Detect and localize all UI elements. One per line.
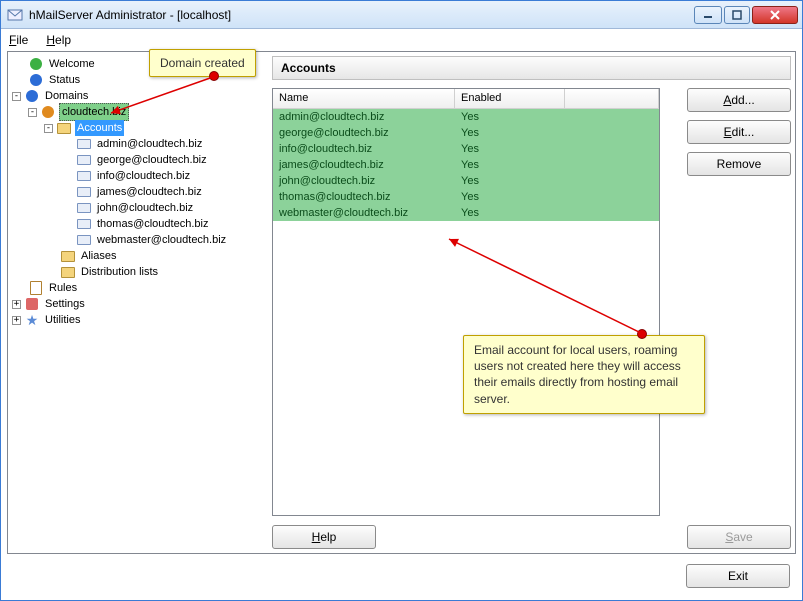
titlebar: hMailServer Administrator - [localhost] [1,1,802,29]
app-window: hMailServer Administrator - [localhost] … [0,0,803,601]
save-button[interactable]: Save [687,525,791,549]
cell-name: webmaster@cloudtech.biz [273,207,455,219]
tree-item-aliases[interactable]: Aliases [12,248,266,264]
table-row[interactable]: james@cloudtech.bizYes [273,157,659,173]
menu-file[interactable]: File [9,33,28,47]
table-row[interactable]: thomas@cloudtech.bizYes [273,189,659,205]
globe-icon [24,88,40,104]
mail-icon [76,216,92,232]
cell-enabled: Yes [455,159,565,171]
menu-help[interactable]: Help [46,33,71,47]
tree-item-account[interactable]: thomas@cloudtech.biz [12,216,266,232]
mail-icon [76,184,92,200]
folder-icon [60,264,76,280]
minimize-button[interactable] [694,6,722,24]
tree-item-account[interactable]: john@cloudtech.biz [12,200,266,216]
table-row[interactable]: admin@cloudtech.bizYes [273,109,659,125]
cell-name: info@cloudtech.biz [273,143,455,155]
content-area: Name Enabled admin@cloudtech.bizYesgeorg… [272,88,791,549]
tree-item-account[interactable]: george@cloudtech.biz [12,152,266,168]
scroll-icon [28,280,44,296]
circle-icon [28,56,44,72]
help-button[interactable]: Help [272,525,376,549]
star-icon: ★ [24,312,40,328]
folder-icon [56,120,72,136]
cell-enabled: Yes [455,207,565,219]
exit-button[interactable]: Exit [686,564,790,588]
table-row[interactable]: webmaster@cloudtech.bizYes [273,205,659,221]
globe-icon [40,104,56,120]
column-enabled[interactable]: Enabled [455,89,565,108]
collapse-icon[interactable]: - [44,124,53,133]
tree-item-domain[interactable]: - cloudtech.biz [12,104,266,120]
tree-item-settings[interactable]: + Settings [12,296,266,312]
annotation-dot-icon [637,329,647,339]
table-row[interactable]: john@cloudtech.bizYes [273,173,659,189]
gear-icon [24,296,40,312]
expand-icon[interactable]: + [12,316,21,325]
tree-item-utilities[interactable]: + ★ Utilities [12,312,266,328]
tree-item-rules[interactable]: Rules [12,280,266,296]
close-button[interactable] [752,6,798,24]
window-controls [692,6,798,24]
tree-item-account[interactable]: james@cloudtech.biz [12,184,266,200]
cell-enabled: Yes [455,143,565,155]
annotation-dot-icon [209,71,219,81]
tree-panel: Welcome Status - Domains - cloudtech.biz [12,56,266,549]
tree-item-domains[interactable]: - Domains [12,88,266,104]
list-header: Name Enabled [273,89,659,109]
cell-name: admin@cloudtech.biz [273,111,455,123]
table-row[interactable]: info@cloudtech.bizYes [273,141,659,157]
tree-item-account[interactable]: admin@cloudtech.biz [12,136,266,152]
circle-icon [28,72,44,88]
expand-icon[interactable]: + [12,300,21,309]
body-panel: Welcome Status - Domains - cloudtech.biz [7,51,796,554]
collapse-icon[interactable]: - [28,108,37,117]
column-spacer [565,89,659,108]
folder-icon [60,248,76,264]
tree-item-account[interactable]: webmaster@cloudtech.biz [12,232,266,248]
tree-item-accounts[interactable]: - Accounts [12,120,266,136]
cell-name: george@cloudtech.biz [273,127,455,139]
tree-item-distribution-lists[interactable]: Distribution lists [12,264,266,280]
cell-name: james@cloudtech.biz [273,159,455,171]
maximize-button[interactable] [724,6,750,24]
tree-item-account[interactable]: info@cloudtech.biz [12,168,266,184]
callout-email: Email account for local users, roaming u… [463,335,705,414]
mail-icon [76,232,92,248]
accounts-list[interactable]: Name Enabled admin@cloudtech.bizYesgeorg… [272,88,660,516]
panel-title: Accounts [272,56,791,80]
callout-domain: Domain created [149,49,256,77]
mail-icon [76,200,92,216]
remove-button[interactable]: Remove [687,152,791,176]
window-title: hMailServer Administrator - [localhost] [29,8,692,22]
cell-enabled: Yes [455,175,565,187]
collapse-icon[interactable]: - [12,92,21,101]
cell-enabled: Yes [455,111,565,123]
button-column: Add... Edit... Remove [687,88,791,176]
cell-enabled: Yes [455,191,565,203]
add-button[interactable]: Add... [687,88,791,112]
menubar: File Help [1,29,802,51]
nav-tree[interactable]: Welcome Status - Domains - cloudtech.biz [12,56,266,328]
mail-icon [76,152,92,168]
mail-icon [76,136,92,152]
app-icon [7,7,23,23]
column-name[interactable]: Name [273,89,455,108]
cell-enabled: Yes [455,127,565,139]
edit-button[interactable]: Edit... [687,120,791,144]
cell-name: thomas@cloudtech.biz [273,191,455,203]
table-row[interactable]: george@cloudtech.bizYes [273,125,659,141]
cell-name: john@cloudtech.biz [273,175,455,187]
mail-icon [76,168,92,184]
